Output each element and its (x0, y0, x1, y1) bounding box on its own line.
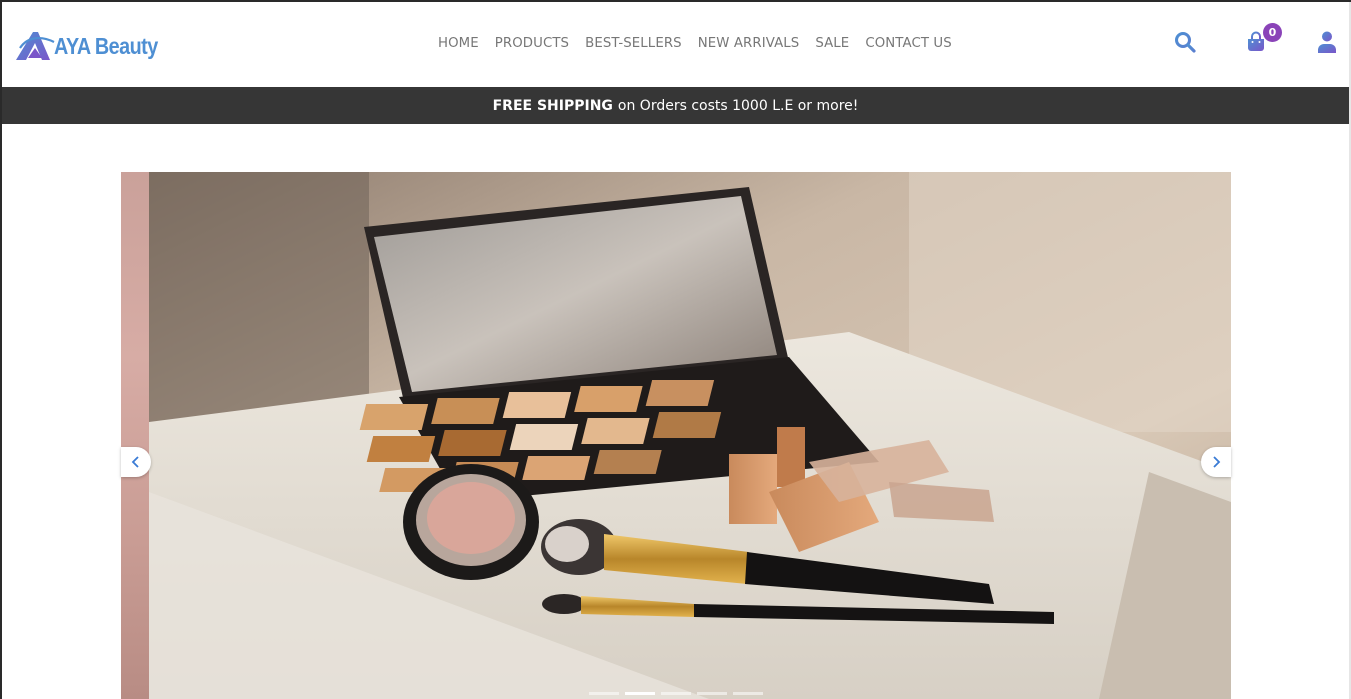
carousel-dot-3[interactable] (661, 692, 691, 695)
nav-new-arrivals[interactable]: NEW ARRIVALS (698, 36, 800, 51)
site-header: AYA Beauty HOME PRODUCTS BEST-SELLERS NE… (2, 2, 1349, 87)
chevron-right-icon (1213, 456, 1221, 468)
logo-mark-icon (16, 32, 55, 60)
carousel-pagination (589, 692, 763, 695)
main-nav: HOME PRODUCTS BEST-SELLERS NEW ARRIVALS … (438, 36, 968, 51)
search-icon[interactable] (1174, 31, 1196, 53)
carousel-dot-1[interactable] (589, 692, 619, 695)
chevron-left-icon (131, 456, 139, 468)
nav-sale[interactable]: SALE (815, 36, 849, 51)
carousel-dot-5[interactable] (733, 692, 763, 695)
nav-products[interactable]: PRODUCTS (495, 36, 569, 51)
carousel-next-button[interactable] (1201, 447, 1231, 477)
brand-name: AYA Beauty (54, 32, 158, 59)
user-icon[interactable] (1316, 30, 1338, 54)
shipping-bold-text: FREE SHIPPING (492, 97, 613, 114)
nav-home[interactable]: HOME (438, 36, 479, 51)
carousel-dot-4[interactable] (697, 692, 727, 695)
cart-count-badge: 0 (1263, 23, 1282, 42)
nav-best-sellers[interactable]: BEST-SELLERS (585, 36, 682, 51)
shipping-text: on Orders costs 1000 L.E or more! (617, 97, 859, 114)
hero-slide-image (149, 172, 1231, 699)
nav-contact-us[interactable]: CONTACT US (865, 36, 951, 51)
carousel-prev-button[interactable] (121, 447, 151, 477)
carousel-dot-2[interactable] (625, 692, 655, 695)
shipping-announcement-bar: FREE SHIPPING on Orders costs 1000 L.E o… (2, 87, 1349, 124)
hero-carousel (121, 172, 1231, 699)
brand-logo[interactable]: AYA Beauty (14, 28, 175, 64)
previous-slide-peek (121, 172, 149, 699)
